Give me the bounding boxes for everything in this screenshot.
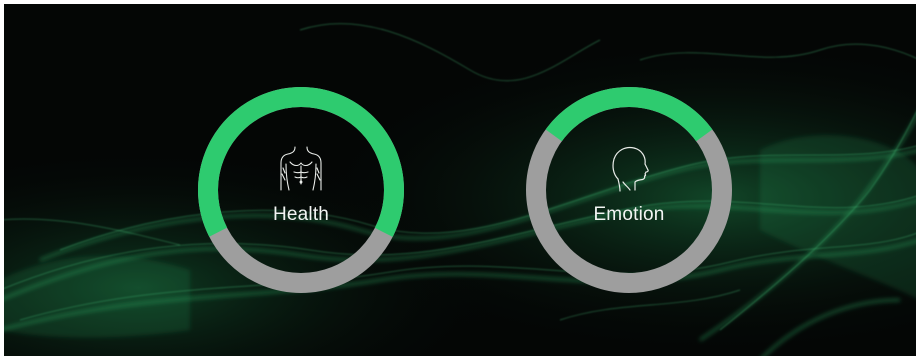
torso-icon bbox=[280, 146, 322, 191]
health-label: Health bbox=[272, 204, 330, 225]
head-profile-icon bbox=[612, 146, 649, 192]
emotion-label: Emotion bbox=[593, 204, 665, 225]
smoke-background bbox=[0, 0, 920, 360]
emotion-gauge[interactable]: Emotion bbox=[519, 80, 739, 300]
app-screen: Health Emotion bbox=[0, 0, 920, 360]
health-gauge[interactable]: Health bbox=[191, 80, 411, 300]
